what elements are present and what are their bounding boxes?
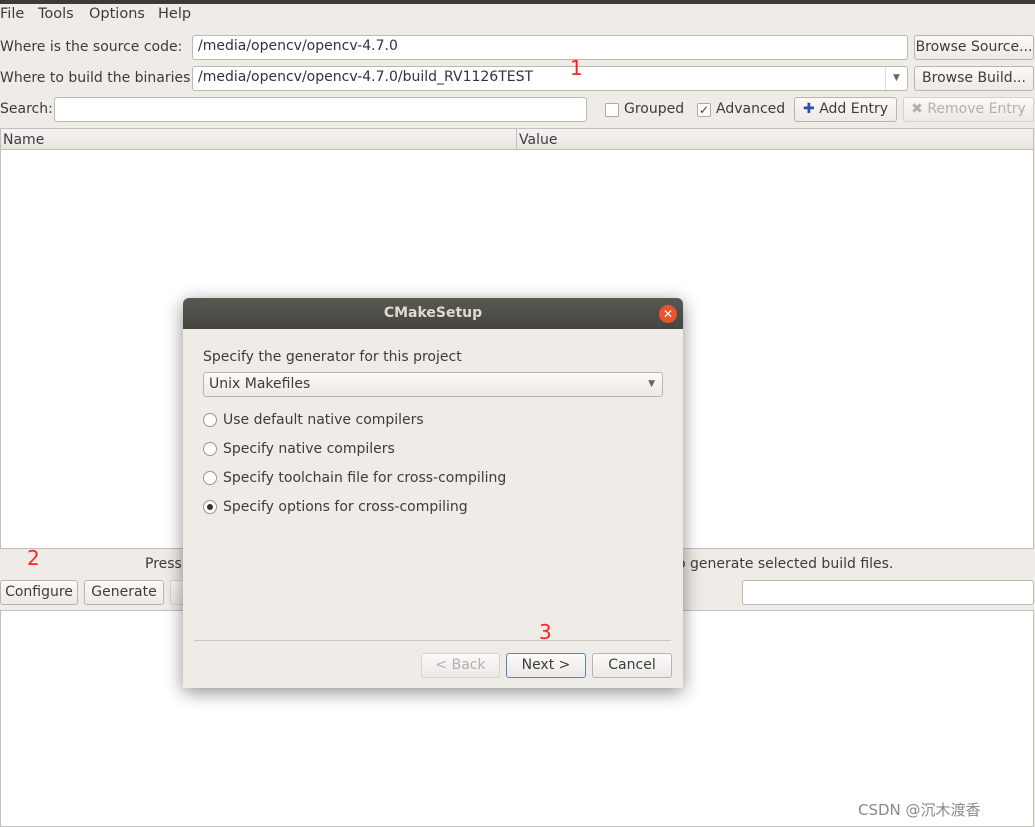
remove-entry-button[interactable]: ✖ Remove Entry <box>903 97 1034 122</box>
menu-tools[interactable]: Tools <box>38 6 74 22</box>
back-button[interactable]: < Back <box>421 653 500 678</box>
add-entry-button[interactable]: ✚ Add Entry <box>794 97 897 122</box>
column-name[interactable]: Name <box>3 132 44 148</box>
generator-select[interactable]: Unix Makefiles ▼ <box>203 372 663 397</box>
add-entry-label: Add Entry <box>819 101 888 117</box>
cmake-setup-dialog: CMakeSetup ✕ Specify the generator for t… <box>183 298 683 688</box>
configure-button[interactable]: Configure <box>0 580 78 605</box>
divider <box>194 640 671 641</box>
radio-cross-compiling-options[interactable] <box>203 500 217 514</box>
column-value[interactable]: Value <box>519 132 557 148</box>
status-text-right: o generate selected build files. <box>677 556 894 572</box>
build-label: Where to build the binaries: <box>0 70 196 86</box>
cancel-button[interactable]: Cancel <box>592 653 672 678</box>
chevron-down-icon[interactable]: ▼ <box>885 67 907 90</box>
option-label: Specify toolchain file for cross-compili… <box>223 470 507 486</box>
menu-file[interactable]: File <box>0 6 24 22</box>
next-button[interactable]: Next > <box>506 653 586 678</box>
table-header: Name Value <box>1 129 1033 150</box>
window-top-bar <box>0 0 1035 4</box>
menu-options[interactable]: Options <box>89 6 145 22</box>
status-text-left: Press <box>145 556 182 572</box>
build-value: /media/opencv/opencv-4.7.0/build_RV1126T… <box>198 69 534 85</box>
search-input[interactable] <box>54 97 587 122</box>
radio-native-compilers[interactable] <box>203 442 217 456</box>
browse-build-button[interactable]: Browse Build... <box>914 66 1034 91</box>
source-input[interactable]: /media/opencv/opencv-4.7.0 <box>192 35 908 60</box>
build-combobox[interactable]: /media/opencv/opencv-4.7.0/build_RV1126T… <box>192 66 908 91</box>
advanced-label: Advanced <box>716 101 786 117</box>
source-label: Where is the source code: <box>0 39 183 55</box>
option-label: Use default native compilers <box>223 412 424 428</box>
generator-value: Unix Makefiles <box>209 376 311 392</box>
radio-toolchain-file[interactable] <box>203 471 217 485</box>
dialog-title: CMakeSetup <box>183 298 683 329</box>
grouped-label: Grouped <box>624 101 685 117</box>
advanced-checkbox[interactable]: ✓ <box>697 103 711 117</box>
generate-button[interactable]: Generate <box>84 580 164 605</box>
remove-icon: ✖ <box>911 101 923 117</box>
option-label: Specify options for cross-compiling <box>223 499 468 515</box>
progress-field <box>742 580 1034 605</box>
generator-prompt: Specify the generator for this project <box>203 349 462 365</box>
search-label: Search: <box>0 101 53 117</box>
chevron-down-icon: ▼ <box>648 379 655 389</box>
plus-icon: ✚ <box>803 101 815 117</box>
close-icon[interactable]: ✕ <box>659 305 677 323</box>
menu-help[interactable]: Help <box>158 6 191 22</box>
radio-default-compilers[interactable] <box>203 413 217 427</box>
watermark: CSDN @沉木渡香 <box>858 801 981 819</box>
annotation-2: 2 <box>27 546 40 570</box>
remove-entry-label: Remove Entry <box>927 101 1026 117</box>
annotation-1: 1 <box>570 56 583 80</box>
browse-source-button[interactable]: Browse Source... <box>914 35 1034 60</box>
grouped-checkbox[interactable] <box>605 103 619 117</box>
option-label: Specify native compilers <box>223 441 395 457</box>
